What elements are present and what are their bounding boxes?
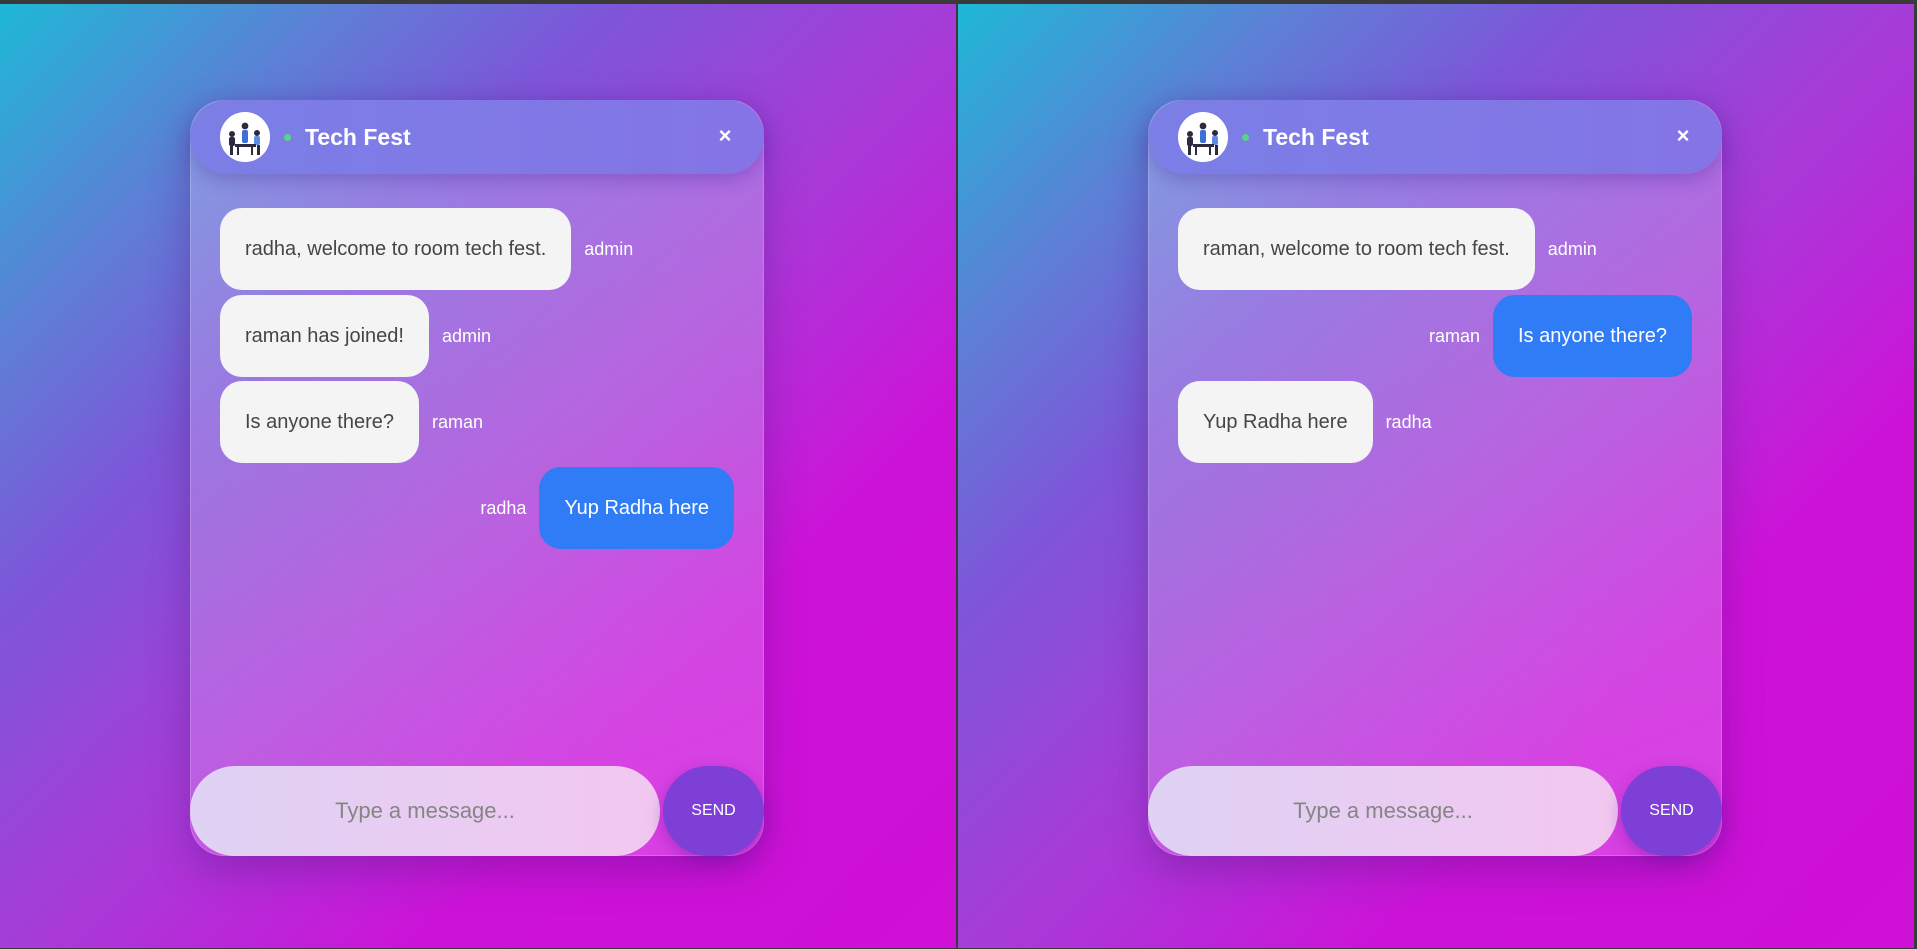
message-sender: radha bbox=[1385, 411, 1432, 432]
online-status-icon bbox=[284, 134, 291, 141]
message-bubble: Yup Radha here bbox=[1178, 381, 1373, 463]
message-row: raman has joined! admin bbox=[220, 295, 734, 377]
message-sender: admin bbox=[441, 325, 492, 346]
message-bubble: raman, welcome to room tech fest. bbox=[1178, 208, 1535, 290]
own-message-bubble: Yup Radha here bbox=[539, 467, 734, 549]
group-meeting-avatar-icon bbox=[1178, 112, 1228, 162]
message-input[interactable] bbox=[1148, 766, 1618, 856]
message-sender: radha bbox=[480, 497, 527, 518]
send-button[interactable]: SEND bbox=[663, 766, 764, 856]
own-message-row: raman Is anyone there? bbox=[1178, 295, 1692, 377]
message-input[interactable] bbox=[190, 766, 660, 856]
message-sender: raman bbox=[1428, 325, 1480, 346]
room-title: Tech Fest bbox=[305, 124, 411, 150]
message-row: raman, welcome to room tech fest. admin bbox=[1178, 208, 1692, 290]
chat-header: Tech Fest × bbox=[1148, 100, 1722, 174]
message-sender: admin bbox=[584, 238, 634, 259]
message-sender: admin bbox=[1547, 238, 1597, 259]
room-title: Tech Fest bbox=[1263, 124, 1369, 150]
chat-window: Tech Fest × raman, welcome to room tech … bbox=[1148, 100, 1722, 856]
split-screen: Tech Fest × radha, welcome to room tech … bbox=[0, 0, 1917, 949]
message-sender: raman bbox=[432, 411, 484, 432]
message-bubble: raman has joined! bbox=[220, 295, 429, 377]
message-composer: SEND bbox=[1148, 766, 1722, 856]
online-status-icon bbox=[1242, 134, 1249, 141]
own-message-row: radha Yup Radha here bbox=[220, 467, 734, 549]
group-meeting-avatar-icon bbox=[220, 112, 270, 162]
browser-pane-right: Tech Fest × raman, welcome to room tech … bbox=[958, 4, 1914, 948]
message-composer: SEND bbox=[190, 766, 764, 856]
own-message-bubble: Is anyone there? bbox=[1493, 295, 1692, 377]
browser-pane-left: Tech Fest × radha, welcome to room tech … bbox=[0, 4, 956, 948]
close-icon[interactable]: × bbox=[1668, 121, 1698, 151]
send-button[interactable]: SEND bbox=[1621, 766, 1722, 856]
message-bubble: radha, welcome to room tech fest. bbox=[220, 208, 572, 290]
chat-window: Tech Fest × radha, welcome to room tech … bbox=[190, 100, 764, 856]
message-row: Yup Radha here radha bbox=[1178, 381, 1692, 463]
chat-header: Tech Fest × bbox=[190, 100, 764, 174]
close-icon[interactable]: × bbox=[710, 121, 740, 151]
message-row: radha, welcome to room tech fest. admin bbox=[220, 208, 734, 290]
message-row: Is anyone there? raman bbox=[220, 381, 734, 463]
message-bubble: Is anyone there? bbox=[220, 381, 419, 463]
